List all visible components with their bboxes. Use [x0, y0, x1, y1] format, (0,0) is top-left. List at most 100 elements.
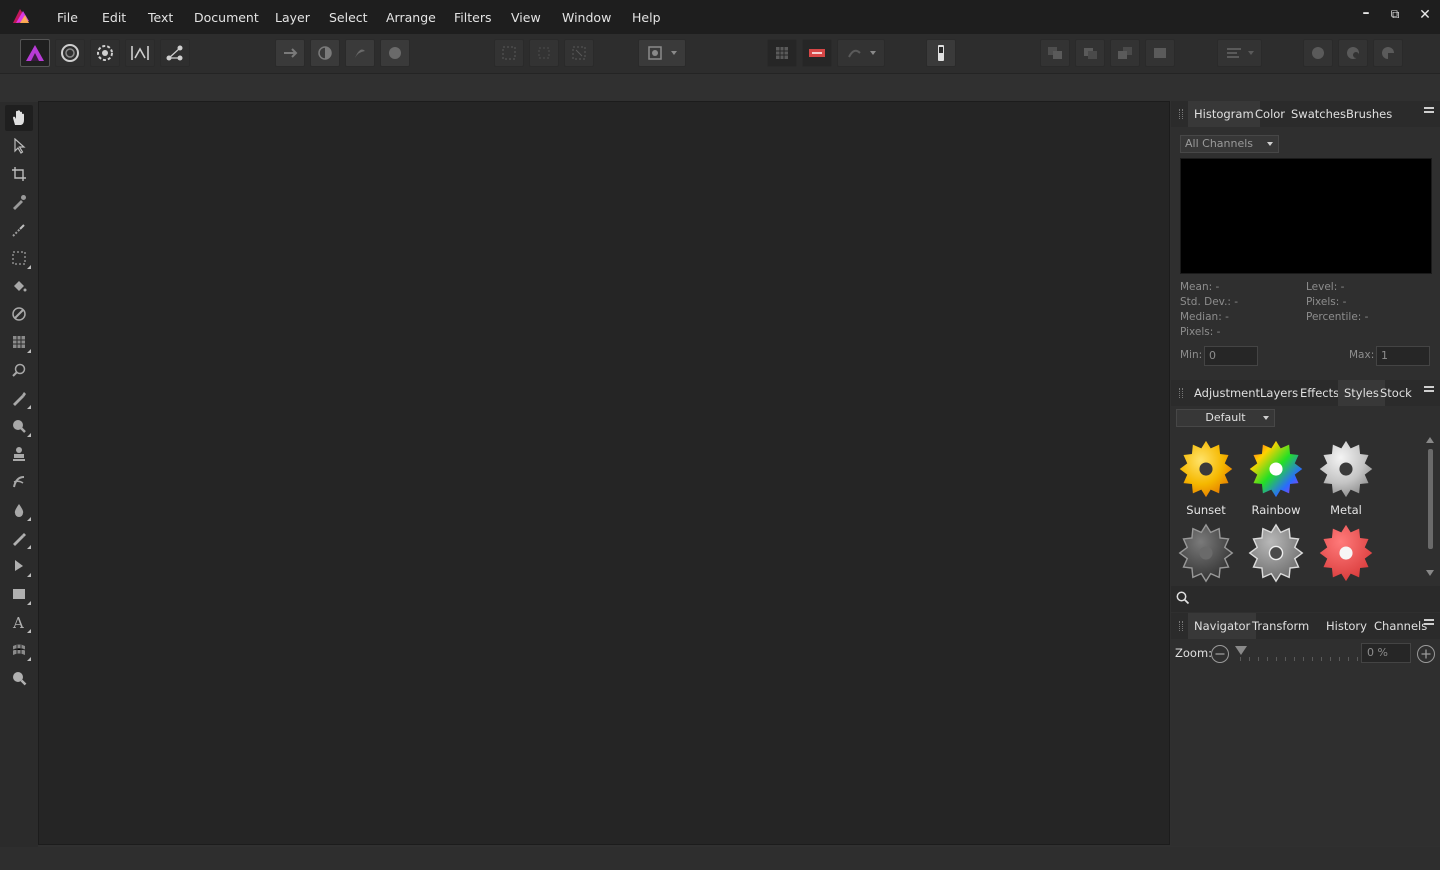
tab-transform[interactable]: Transform: [1246, 613, 1315, 639]
auto-colors-icon[interactable]: [345, 39, 375, 67]
flood-fill-icon[interactable]: [5, 273, 33, 299]
min-label: Min:: [1180, 349, 1203, 361]
panel-menu-icon[interactable]: [1424, 107, 1434, 117]
style-metal[interactable]: Metal: [1311, 439, 1381, 517]
drop-icon[interactable]: [5, 497, 33, 523]
menu-arrange[interactable]: Arrange: [386, 10, 436, 25]
auto-levels-icon[interactable]: [275, 39, 305, 67]
style-grey-gear[interactable]: [1241, 523, 1311, 587]
styles-scrollbar[interactable]: [1426, 437, 1434, 583]
maximize-button[interactable]: ⧉: [1385, 7, 1405, 22]
move-back-one-icon[interactable]: [1075, 39, 1105, 67]
stat-mean: Mean: -: [1180, 281, 1220, 293]
stat-level-pixels: Pixels: -: [1306, 296, 1347, 308]
styles-category-select[interactable]: Default: [1176, 409, 1275, 427]
menu-view[interactable]: View: [511, 10, 541, 25]
style-dark-gear-icon: [1179, 524, 1233, 582]
quick-mask-icon[interactable]: [638, 39, 686, 67]
min-input[interactable]: 0: [1204, 346, 1258, 366]
boolean-add-icon[interactable]: [1303, 39, 1333, 67]
menu-layer[interactable]: Layer: [275, 10, 310, 25]
menu-help[interactable]: Help: [632, 10, 661, 25]
export-persona-icon[interactable]: [160, 39, 190, 67]
crop-tool-icon[interactable]: [5, 161, 33, 187]
liquify-persona-icon[interactable]: [55, 39, 85, 67]
pen-icon[interactable]: [5, 525, 33, 551]
menu-document[interactable]: Document: [194, 10, 259, 25]
style-sunset[interactable]: Sunset: [1171, 439, 1241, 517]
histogram-panel-tabs: Histogram Color Swatches Brushes: [1171, 101, 1440, 127]
invert-selection-icon[interactable]: [564, 39, 594, 67]
panel-menu-icon[interactable]: [1424, 619, 1434, 629]
move-to-back-icon[interactable]: [1040, 39, 1070, 67]
selection-brush-icon[interactable]: [5, 217, 33, 243]
deselect-icon[interactable]: [529, 39, 559, 67]
align-icon[interactable]: [1217, 39, 1262, 67]
auto-contrast-icon[interactable]: [310, 39, 340, 67]
panel-grip[interactable]: [1179, 621, 1183, 631]
snapping-grid-icon[interactable]: [767, 39, 797, 67]
styles-search[interactable]: [1171, 586, 1440, 612]
zoom-slider-handle[interactable]: [1235, 646, 1247, 655]
document-canvas[interactable]: [38, 101, 1170, 845]
style-grey-gear-icon: [1249, 524, 1303, 582]
text-tool-icon[interactable]: A: [5, 609, 33, 635]
dodge-icon[interactable]: [5, 357, 33, 383]
boolean-intersect-icon[interactable]: [1373, 39, 1403, 67]
place-image-icon[interactable]: [926, 39, 956, 67]
scroll-up-icon[interactable]: [1426, 437, 1434, 443]
photo-persona-icon[interactable]: [20, 39, 50, 67]
menu-file[interactable]: File: [57, 10, 78, 25]
clone-icon[interactable]: [5, 385, 33, 411]
zoom-out-icon[interactable]: [1210, 644, 1230, 664]
move-forward-one-icon[interactable]: [1110, 39, 1140, 67]
mesh-tool-icon[interactable]: [5, 637, 33, 663]
style-dark-gear[interactable]: [1171, 523, 1241, 587]
node-tool-icon[interactable]: [5, 553, 33, 579]
develop-persona-icon[interactable]: [90, 39, 120, 67]
stat-percentile: Percentile: -: [1306, 311, 1369, 323]
zoom-slider-track[interactable]: [1239, 659, 1359, 660]
rectangle-icon[interactable]: [5, 581, 33, 607]
hand-tool-icon[interactable]: [5, 105, 33, 131]
tone-mapping-persona-icon[interactable]: [125, 39, 155, 67]
panel-grip[interactable]: [1179, 388, 1183, 398]
boolean-subtract-icon[interactable]: [1338, 39, 1368, 67]
tab-stock[interactable]: Stock: [1374, 380, 1418, 406]
move-to-front-icon[interactable]: [1145, 39, 1175, 67]
channel-select[interactable]: All Channels: [1180, 135, 1279, 153]
zoom-tick: [1285, 657, 1286, 661]
blur-icon[interactable]: [5, 413, 33, 439]
scroll-down-icon[interactable]: [1426, 570, 1434, 576]
move-tool-icon[interactable]: [5, 133, 33, 159]
style-red-gear[interactable]: [1311, 523, 1381, 587]
menu-window[interactable]: Window: [562, 10, 611, 25]
pixel-grid-icon[interactable]: [5, 329, 33, 355]
stat-std-dev: Std. Dev.: -: [1180, 296, 1239, 308]
zoom-tool-icon[interactable]: [5, 665, 33, 691]
menu-filters[interactable]: Filters: [454, 10, 491, 25]
zoom-value-input[interactable]: 0 %: [1361, 643, 1411, 663]
marquee-icon[interactable]: [5, 245, 33, 271]
auto-white-balance-icon[interactable]: [380, 39, 410, 67]
menu-select[interactable]: Select: [329, 10, 368, 25]
smudge-icon[interactable]: [5, 469, 33, 495]
menu-text[interactable]: Text: [148, 10, 173, 25]
panel-grip[interactable]: [1179, 109, 1183, 119]
minimize-button[interactable]: –: [1356, 5, 1376, 21]
scroll-thumb[interactable]: [1428, 449, 1433, 549]
select-all-icon[interactable]: [494, 39, 524, 67]
zoom-in-icon[interactable]: [1416, 644, 1436, 664]
paint-brush-icon[interactable]: [5, 301, 33, 327]
panel-menu-icon[interactable]: [1424, 386, 1434, 396]
menu-edit[interactable]: Edit: [102, 10, 126, 25]
close-button[interactable]: ✕: [1415, 7, 1435, 23]
assistant-icon[interactable]: [837, 39, 885, 67]
max-input[interactable]: 1: [1376, 346, 1430, 366]
stamp-icon[interactable]: [5, 441, 33, 467]
tab-brushes[interactable]: Brushes: [1340, 101, 1398, 127]
color-picker-icon[interactable]: [5, 189, 33, 215]
tab-history[interactable]: History: [1320, 613, 1373, 639]
style-rainbow[interactable]: Rainbow: [1241, 439, 1311, 517]
snapping-icon[interactable]: [802, 39, 832, 67]
